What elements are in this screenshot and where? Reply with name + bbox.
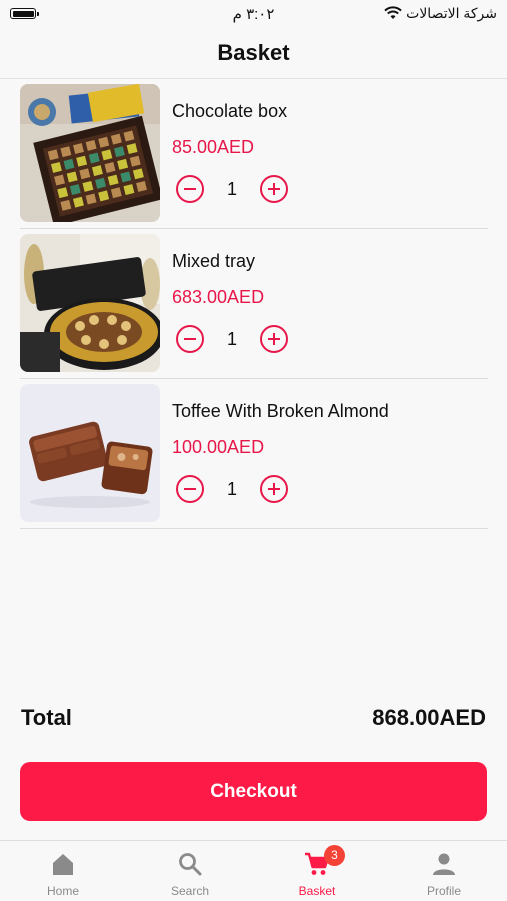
person-icon (433, 853, 455, 875)
increase-quantity-button[interactable] (260, 175, 288, 203)
item-price: 100.00AED (172, 437, 265, 457)
wifi-icon (384, 6, 402, 19)
checkout-button[interactable]: Checkout (20, 762, 487, 821)
increase-quantity-button[interactable] (260, 325, 288, 353)
carrier-name: شركة الاتصالات (406, 5, 497, 21)
tab-bar: Home Search 3 Basket Profile (0, 840, 507, 901)
decrease-quantity-button[interactable] (176, 175, 204, 203)
tab-label: Basket (298, 884, 336, 898)
decrease-quantity-button[interactable] (176, 325, 204, 353)
cart-item: Mixed tray 683.00AED 1 (20, 229, 488, 379)
home-icon (53, 854, 73, 875)
page-title: Basket (217, 40, 290, 65)
tab-label: Home (46, 884, 79, 898)
item-price: 85.00AED (172, 137, 255, 157)
tab-basket[interactable]: 3 Basket (254, 841, 380, 901)
toffee-almond-image[interactable] (20, 384, 160, 522)
item-name: Toffee With Broken Almond (172, 401, 389, 421)
item-quantity: 1 (226, 479, 237, 499)
tab-label: Search (170, 884, 210, 898)
item-quantity: 1 (226, 329, 237, 349)
tab-home[interactable]: Home (0, 841, 126, 901)
tab-search[interactable]: Search (127, 841, 253, 901)
status-bar: ٣:٠٢ م شركة الاتصالات (0, 0, 507, 30)
chocolate-box-image[interactable] (20, 84, 160, 222)
mixed-tray-image[interactable] (20, 234, 160, 372)
increase-quantity-button[interactable] (260, 475, 288, 503)
decrease-quantity-button[interactable] (176, 475, 204, 503)
cart-item: Toffee With Broken Almond 100.00AED 1 (20, 379, 488, 529)
tab-profile[interactable]: Profile (381, 841, 507, 901)
item-price: 683.00AED (172, 287, 265, 307)
cart-item: Chocolate box 85.00AED 1 (20, 79, 488, 229)
cart-count-badge: 3 (324, 845, 345, 866)
tab-label: Profile (426, 884, 461, 898)
total-label: Total (21, 705, 72, 730)
item-name: Chocolate box (172, 101, 288, 121)
search-icon (179, 853, 202, 876)
item-name: Mixed tray (172, 251, 256, 271)
basket-list: Chocolate box 85.00AED 1 Mixed tray 683.… (20, 79, 488, 529)
header: Basket (0, 30, 507, 79)
item-quantity: 1 (226, 179, 237, 199)
total-value: 868.00AED (372, 705, 486, 730)
